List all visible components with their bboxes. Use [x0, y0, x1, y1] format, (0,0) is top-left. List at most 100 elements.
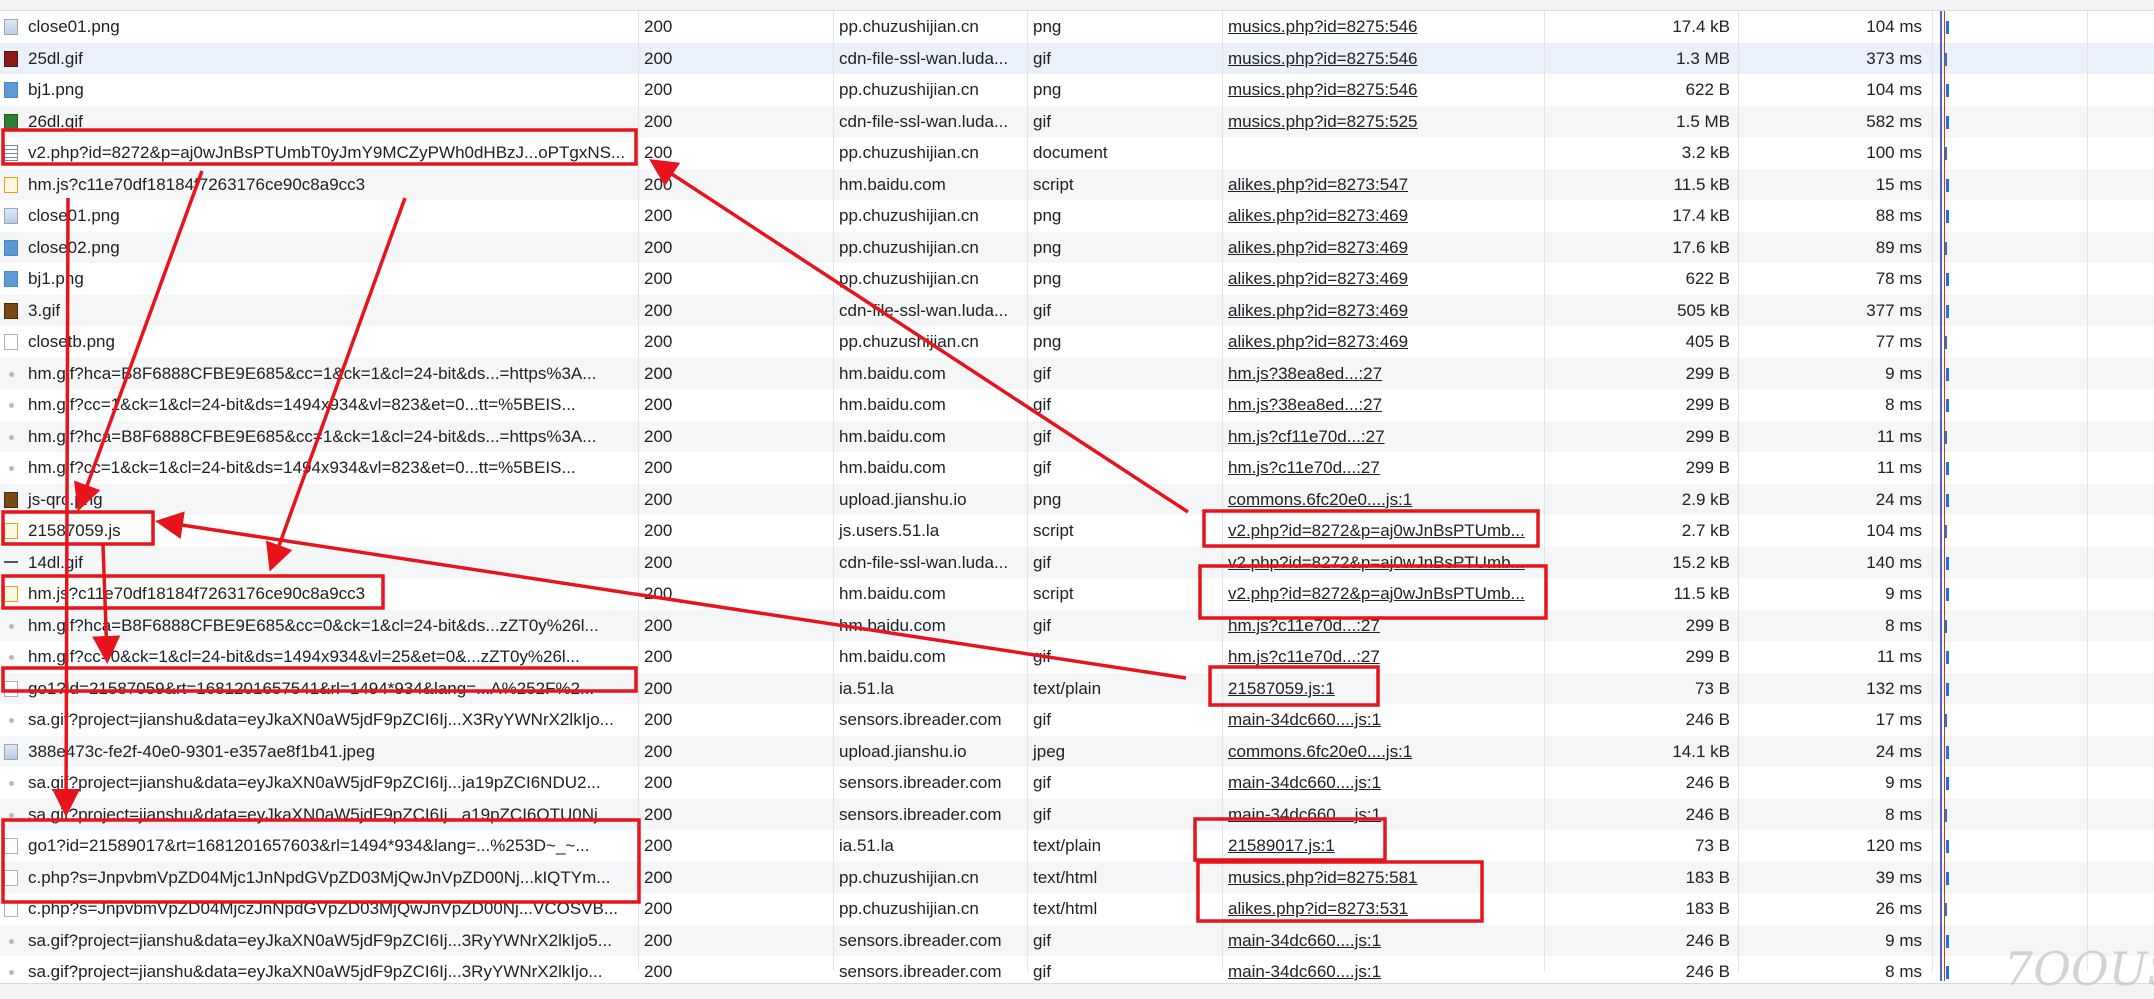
request-initiator-text[interactable]: musics.php?id=8275:546	[1228, 49, 1418, 68]
request-initiator-cell[interactable]: musics.php?id=8275:546	[1222, 74, 1544, 106]
request-initiator-text[interactable]: commons.6fc20e0....js:1	[1228, 742, 1412, 761]
request-initiator-text[interactable]: main-34dc660....js:1	[1228, 773, 1381, 792]
request-initiator-cell[interactable]: main-34dc660....js:1	[1222, 767, 1544, 799]
request-initiator-text[interactable]: commons.6fc20e0....js:1	[1228, 490, 1412, 509]
request-initiator-text[interactable]: main-34dc660....js:1	[1228, 931, 1381, 950]
request-initiator-text[interactable]: v2.php?id=8272&p=aj0wJnBsPTUmb...	[1228, 584, 1525, 603]
request-initiator-text[interactable]: v2.php?id=8272&p=aj0wJnBsPTUmb...	[1228, 521, 1525, 540]
request-row[interactable]: hm.js?c11e70df18184f7263176ce90c8a9cc3 20…	[0, 168, 2154, 201]
request-row[interactable]: hm.js?c11e70df18184f7263176ce90c8a9cc3 20…	[0, 578, 2154, 610]
request-row[interactable]: close01.png 200 pp.chuzushijian.cn png music…	[0, 11, 2154, 43]
request-initiator-cell[interactable]: alikes.php?id=8273:531	[1222, 893, 1544, 925]
request-initiator-text[interactable]: hm.js?c11e70d...:27	[1228, 647, 1380, 666]
request-initiator-text[interactable]: hm.js?38ea8ed...:27	[1228, 364, 1382, 383]
request-initiator-cell[interactable]: hm.js?c11e70d...:27	[1222, 641, 1544, 673]
request-row[interactable]: sa.gif?project=jianshu&data=eyJkaXN0aW5j…	[0, 704, 2154, 736]
request-initiator-cell[interactable]: main-34dc660....js:1	[1222, 704, 1544, 736]
request-row[interactable]: sa.gif?project=jianshu&data=eyJkaXN0aW5j…	[0, 798, 2154, 831]
request-row[interactable]: bj1.png 200 pp.chuzushijian.cn png alikes.ph…	[0, 263, 2154, 295]
request-row[interactable]: sa.gif?project=jianshu&data=eyJkaXN0aW5j…	[0, 767, 2154, 799]
request-row[interactable]: hm.gif?hca=B8F6888CFBE9E685&cc=1&ck=1&cl…	[0, 420, 2154, 453]
request-row[interactable]: 21587059.js 200 js.users.51.la script v2.php…	[0, 515, 2154, 547]
request-initiator-cell[interactable]: musics.php?id=8275:546	[1222, 43, 1544, 75]
request-initiator-text[interactable]: alikes.php?id=8273:547	[1228, 175, 1408, 194]
request-row[interactable]: hm.gif?cc=1&ck=1&cl=24-bit&ds=1494x934&v…	[0, 452, 2154, 484]
request-initiator-cell[interactable]: 21587059.js:1	[1222, 673, 1544, 705]
request-initiator-text[interactable]: main-34dc660....js:1	[1228, 805, 1381, 824]
request-row[interactable]: c.php?s=JnpvbmVpZD04Mjc1JnNpdGVpZD03MjQw…	[0, 861, 2154, 894]
request-initiator-text[interactable]: musics.php?id=8275:525	[1228, 112, 1418, 131]
request-initiator-text[interactable]: hm.js?c11e70d...:27	[1228, 616, 1380, 635]
request-row[interactable]: hm.gif?hca=B8F6888CFBE9E685&cc=0&ck=1&cl…	[0, 609, 2154, 642]
request-initiator-cell[interactable]: alikes.php?id=8273:469	[1222, 232, 1544, 264]
request-initiator-cell[interactable]: hm.js?c11e70d...:27	[1222, 452, 1544, 484]
request-initiator-cell[interactable]: hm.js?cf11e70d...:27	[1222, 421, 1544, 453]
request-initiator-text[interactable]: musics.php?id=8275:546	[1228, 80, 1418, 99]
request-initiator-text[interactable]: v2.php?id=8272&p=aj0wJnBsPTUmb...	[1228, 553, 1525, 572]
request-initiator-cell[interactable]: v2.php?id=8272&p=aj0wJnBsPTUmb...	[1222, 547, 1544, 579]
request-row[interactable]: close01.png 200 pp.chuzushijian.cn png alike…	[0, 200, 2154, 232]
request-row[interactable]: hm.gif?hca=B8F6888CFBE9E685&cc=1&ck=1&cl…	[0, 357, 2154, 390]
request-row[interactable]: close02.png 200 pp.chuzushijian.cn png alike…	[0, 231, 2154, 264]
request-row[interactable]: closetb.png 200 pp.chuzushijian.cn png alike…	[0, 326, 2154, 358]
request-initiator-cell[interactable]: musics.php?id=8275:581	[1222, 862, 1544, 894]
request-initiator-cell[interactable]: alikes.php?id=8273:547	[1222, 169, 1544, 201]
request-row[interactable]: js-qrc.png 200 upload.jianshu.io png commons…	[0, 483, 2154, 516]
request-initiator-cell[interactable]	[1222, 137, 1544, 169]
request-status-text: 200	[644, 363, 673, 383]
request-row[interactable]: hm.gif?cc=0&ck=1&cl=24-bit&ds=1494x934&v…	[0, 641, 2154, 673]
request-row[interactable]: bj1.png 200 pp.chuzushijian.cn png musics.ph…	[0, 74, 2154, 106]
request-row[interactable]: hm.gif?cc=1&ck=1&cl=24-bit&ds=1494x934&v…	[0, 389, 2154, 421]
request-initiator-cell[interactable]: v2.php?id=8272&p=aj0wJnBsPTUmb...	[1222, 515, 1544, 547]
request-initiator-cell[interactable]: alikes.php?id=8273:469	[1222, 326, 1544, 358]
request-size-cell: 1.5 MB	[1544, 106, 1738, 138]
request-initiator-cell[interactable]: alikes.php?id=8273:469	[1222, 263, 1544, 295]
request-initiator-text[interactable]: alikes.php?id=8273:469	[1228, 206, 1408, 225]
request-size-text: 622 B	[1685, 80, 1730, 99]
request-initiator-cell[interactable]: alikes.php?id=8273:469	[1222, 200, 1544, 232]
request-initiator-text[interactable]: hm.js?c11e70d...:27	[1228, 458, 1380, 477]
request-name-text: 388e473c-fe2f-40e0-9301-e357ae8f1b41.jpe…	[28, 741, 375, 761]
request-initiator-text[interactable]: 21587059.js:1	[1228, 679, 1335, 698]
request-initiator-text[interactable]: alikes.php?id=8273:469	[1228, 301, 1408, 320]
request-initiator-cell[interactable]: hm.js?c11e70d...:27	[1222, 610, 1544, 642]
request-row[interactable]: go1?id=21587059&rt=1681201657541&rl=1494…	[0, 672, 2154, 705]
request-domain-text: hm.baidu.com	[839, 584, 946, 603]
request-row[interactable]: 25dl.gif 200 cdn-file-ssl-wan.luda... gif mu…	[0, 42, 2154, 75]
request-initiator-text[interactable]: alikes.php?id=8273:469	[1228, 238, 1408, 257]
request-row[interactable]: 3.gif 200 cdn-file-ssl-wan.luda... gif alike…	[0, 294, 2154, 327]
request-initiator-text[interactable]: main-34dc660....js:1	[1228, 710, 1381, 729]
column-divider	[1027, 11, 1028, 971]
request-initiator-text[interactable]: hm.js?38ea8ed...:27	[1228, 395, 1382, 414]
request-type-text: gif	[1033, 710, 1051, 729]
request-initiator-cell[interactable]: hm.js?38ea8ed...:27	[1222, 358, 1544, 390]
request-row[interactable]: 388e473c-fe2f-40e0-9301-e357ae8f1b41.jpe…	[0, 735, 2154, 768]
request-size-cell: 3.2 kB	[1544, 137, 1738, 169]
request-initiator-text[interactable]: alikes.php?id=8273:469	[1228, 269, 1408, 288]
request-initiator-text[interactable]: alikes.php?id=8273:469	[1228, 332, 1408, 351]
request-initiator-cell[interactable]: commons.6fc20e0....js:1	[1222, 736, 1544, 768]
request-initiator-cell[interactable]: musics.php?id=8275:546	[1222, 11, 1544, 43]
request-row[interactable]: go1?id=21589017&rt=1681201657603&rl=1494…	[0, 830, 2154, 862]
request-initiator-text[interactable]: main-34dc660....js:1	[1228, 962, 1381, 981]
request-initiator-cell[interactable]: musics.php?id=8275:525	[1222, 106, 1544, 138]
request-initiator-cell[interactable]: alikes.php?id=8273:469	[1222, 295, 1544, 327]
request-row[interactable]: 14dl.gif 200 cdn-file-ssl-wan.luda... gif v2…	[0, 546, 2154, 579]
request-initiator-text[interactable]: 21589017.js:1	[1228, 836, 1335, 855]
request-initiator-cell[interactable]: hm.js?38ea8ed...:27	[1222, 389, 1544, 421]
request-initiator-cell[interactable]: 21589017.js:1	[1222, 830, 1544, 862]
request-row[interactable]: c.php?s=JnpvbmVpZD04MjczJnNpdGVpZD03MjQw…	[0, 893, 2154, 925]
request-initiator-text[interactable]: musics.php?id=8275:581	[1228, 868, 1418, 887]
waterfall-bar	[1946, 966, 1949, 979]
request-row[interactable]: v2.php?id=8272&p=aj0wJnBsPTUmbT0yJmY9MCZ…	[0, 137, 2154, 169]
request-initiator-cell[interactable]: v2.php?id=8272&p=aj0wJnBsPTUmb...	[1222, 578, 1544, 610]
request-initiator-cell[interactable]: main-34dc660....js:1	[1222, 799, 1544, 831]
request-initiator-text[interactable]: musics.php?id=8275:546	[1228, 17, 1418, 36]
request-initiator-cell[interactable]: main-34dc660....js:1	[1222, 925, 1544, 957]
request-row[interactable]: 26dl.gif 200 cdn-file-ssl-wan.luda... gif mu…	[0, 105, 2154, 138]
waterfall-bar	[1946, 367, 1949, 381]
request-initiator-cell[interactable]: commons.6fc20e0....js:1	[1222, 484, 1544, 516]
request-initiator-text[interactable]: hm.js?cf11e70d...:27	[1228, 427, 1385, 446]
request-row[interactable]: sa.gif?project=jianshu&data=eyJkaXN0aW5j…	[0, 924, 2154, 957]
request-initiator-text[interactable]: alikes.php?id=8273:531	[1228, 899, 1408, 918]
